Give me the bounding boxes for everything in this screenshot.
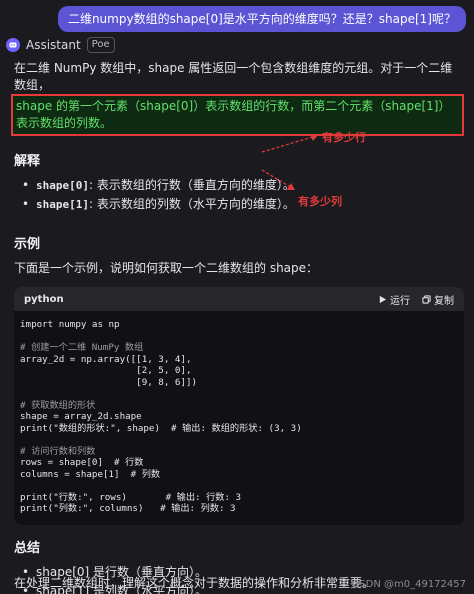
list-item: shape[0]: 表示数组的行数（垂直方向的维度）。 <box>22 177 464 194</box>
code-body[interactable]: import numpy as np # 创建一个二维 NumPy 数组 array… <box>14 311 464 525</box>
highlighted-answer: shape 的第一个元素（shape[0]）表示数组的行数，而第二个元素（sha… <box>11 94 464 136</box>
code-line: # 获取数组的形状 <box>20 399 96 411</box>
example-description: 下面是一个示例，说明如何获取一个二维数组的 shape： <box>14 261 319 275</box>
assistant-name[interactable]: Assistant <box>26 38 81 52</box>
assistant-badge: Poe <box>86 37 115 53</box>
list-item-text: : 表示数组的行数（垂直方向的维度）。 <box>88 178 295 192</box>
assistant-header: Assistant Poe <box>6 37 115 53</box>
explain-list: shape[0]: 表示数组的行数（垂直方向的维度）。 shape[1]: 表示… <box>22 177 464 213</box>
code-line: import numpy as np <box>20 319 120 330</box>
code-line: # 创建一个二维 NumPy 数组 <box>20 342 144 353</box>
play-icon <box>379 295 387 303</box>
code-line: print("行数:", rows) # 输出: 行数: 3 <box>20 491 242 503</box>
code-actions: 运行 复制 <box>378 292 454 307</box>
code-line: print("数组的形状:", shape) # 输出: 数组的形状: (3, … <box>20 422 302 434</box>
code-line: [2, 5, 0], <box>20 365 192 376</box>
code-line: shape = array_2d.shape <box>20 411 142 422</box>
code-line: array_2d = np.array([[1, 3, 4], <box>20 353 192 365</box>
copy-icon <box>422 294 431 304</box>
code-line: rows = shape[0] # 行数 <box>20 457 144 468</box>
code-header: python 运行 复制 <box>14 287 464 311</box>
poe-avatar-icon[interactable] <box>6 38 20 52</box>
intro-text: 在二维 NumPy 数组中，shape 属性返回一个包含数组维度的元组。对于一个… <box>14 61 453 92</box>
chat-page: 二维numpy数组的shape[0]是水平方向的维度吗？还是？shape[1]呢… <box>0 0 474 594</box>
section-title-summary: 总结 <box>14 540 41 556</box>
watermark: CSDN @m0_49172457 <box>352 579 466 590</box>
code-language: python <box>24 293 64 305</box>
annotation-cols: 有多少列 <box>298 195 342 208</box>
assistant-message: 在二维 NumPy 数组中，shape 属性返回一个包含数组维度的元组。对于一个… <box>11 60 464 594</box>
code-line: # 访问行数和列数 <box>20 445 96 457</box>
inline-code: shape[1] <box>36 198 89 211</box>
run-label: 运行 <box>390 295 410 307</box>
annotation-rows: 有多少行 <box>322 131 366 144</box>
code-block: python 运行 复制 import numpy as np # 创建一个二维 … <box>14 287 464 525</box>
copy-button[interactable]: 复制 <box>422 292 454 307</box>
user-message-row: 二维numpy数组的shape[0]是水平方向的维度吗？还是？shape[1]呢… <box>57 6 466 32</box>
list-item: shape[1]: 表示数组的列数（水平方向的维度）。 <box>22 196 464 213</box>
inline-code: shape[0] <box>36 179 89 192</box>
copy-label: 复制 <box>434 295 454 307</box>
footer-text: 在处理二维数组时，理解这个概念对于数据的操作和分析非常重要。 <box>14 576 375 590</box>
run-button[interactable]: 运行 <box>378 292 410 307</box>
code-line: print("列数:", columns) # 输出: 列数: 3 <box>20 503 236 514</box>
section-title-explain: 解释 <box>14 154 41 169</box>
user-message-bubble: 二维numpy数组的shape[0]是水平方向的维度吗？还是？shape[1]呢… <box>57 6 466 32</box>
code-line: columns = shape[1] # 列数 <box>20 468 161 480</box>
list-item-text: : 表示数组的列数（水平方向的维度）。 <box>88 197 295 211</box>
code-line: [9, 8, 6]]) <box>20 376 198 388</box>
section-title-example: 示例 <box>14 237 41 252</box>
